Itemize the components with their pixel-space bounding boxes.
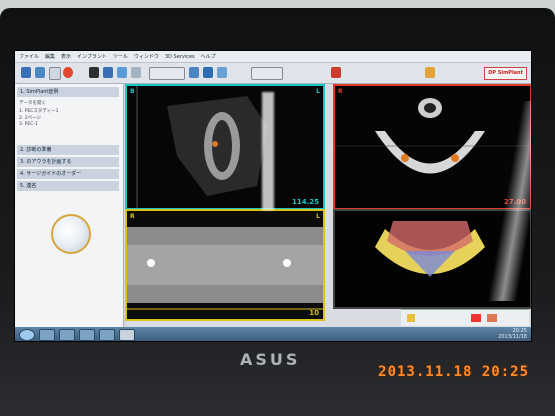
viewport-axial[interactable]: R 27.00	[333, 84, 531, 210]
taskbar-media-icon[interactable]	[79, 329, 95, 341]
panoramic-orient-left: R	[130, 213, 135, 220]
pan-icon[interactable]	[131, 67, 141, 78]
sidebar-section-4[interactable]: 4. サージガイドのオーダー	[17, 169, 119, 179]
menu-item-window[interactable]: ウィンドウ	[134, 53, 159, 60]
sidebar-line-1[interactable]: データを開く	[19, 100, 46, 106]
menu-bar: ファイル 編集 表示 インプラント ツール ウィンドウ 3D Services …	[15, 51, 531, 63]
cross-section-orient-left: B	[130, 88, 135, 95]
undo-icon[interactable]	[49, 67, 61, 80]
taskbar-folder-icon[interactable]	[59, 329, 75, 341]
viewport-cross-section[interactable]: B L 114.25	[125, 84, 325, 210]
clock-date: 2013/11/18	[498, 334, 527, 340]
menu-item-file[interactable]: ファイル	[19, 53, 39, 60]
cross-section-orient-right: L	[316, 88, 320, 95]
view-icon[interactable]	[89, 67, 99, 78]
menu-item-3d-services[interactable]: 3D Services	[165, 54, 195, 60]
axial-orient-left: R	[338, 88, 343, 95]
panoramic-image	[127, 211, 323, 319]
laptop-body: ファイル 編集 表示 インプラント ツール ウィンドウ 3D Services …	[0, 8, 555, 416]
sidebar-line-4[interactable]: 3. PEC-1	[19, 122, 38, 127]
taskbar-simplant-icon[interactable]	[119, 329, 135, 341]
sidebar-section-3[interactable]: 3. のアウラを計画する	[17, 157, 119, 167]
sidebar-section-2[interactable]: 2. 診断の準備	[17, 145, 119, 155]
nerve-icon[interactable]	[203, 67, 213, 78]
viewport-panoramic[interactable]: R L 10	[125, 209, 325, 321]
laptop-brand-logo: ASUS	[240, 350, 301, 369]
3d-model-image	[335, 211, 530, 307]
menu-item-implant[interactable]: インプラント	[77, 53, 107, 60]
sidebar-line-3[interactable]: 2. 2ページ	[19, 115, 41, 121]
menu-item-view[interactable]: 表示	[61, 53, 71, 60]
axial-slice-image	[335, 86, 530, 208]
viewport-3d[interactable]	[333, 209, 531, 309]
bone-tool-icon[interactable]	[487, 314, 497, 322]
open-icon[interactable]	[21, 67, 31, 78]
layout-icon[interactable]	[103, 67, 113, 78]
implant-tool-icon[interactable]	[407, 314, 415, 322]
measure-icon[interactable]	[189, 67, 199, 78]
workflow-sidebar: 1. SimPlant症例 データを開く 1. PECスタディー1 2. 2ペー…	[15, 84, 124, 331]
windows-taskbar: 20:25 2013/11/18	[15, 327, 531, 341]
sidebar-section-5[interactable]: 5. 連名	[17, 181, 119, 191]
sidebar-line-2[interactable]: 1. PECスタディー1	[19, 108, 58, 114]
photo-timestamp: 2013.11.18 20:25	[378, 364, 529, 380]
zoom-icon[interactable]	[117, 67, 127, 78]
taskbar-app-icon[interactable]	[99, 329, 115, 341]
sidebar-section-1[interactable]: 1. SimPlant症例	[17, 87, 119, 97]
panoramic-orient-right: L	[316, 213, 320, 220]
simplant-emblem	[51, 214, 91, 254]
3d-toolstrip	[401, 309, 529, 326]
save-icon[interactable]	[35, 67, 45, 78]
panoramic-position: 10	[309, 309, 319, 317]
nerve-tool-icon[interactable]	[471, 314, 481, 322]
mode-dropdown[interactable]	[149, 67, 185, 80]
axial-position: 27.00	[503, 198, 526, 206]
taskbar-explorer-icon[interactable]	[39, 329, 55, 341]
cart-icon[interactable]	[425, 67, 435, 78]
menu-item-help[interactable]: ヘルプ	[201, 53, 216, 60]
simplant-logo: DP SimPlant	[484, 67, 527, 80]
toolbar: DP SimPlant	[15, 63, 531, 84]
cross-section-position: 114.25	[291, 198, 319, 206]
implant-icon[interactable]	[217, 67, 227, 78]
menu-item-tools[interactable]: ツール	[113, 53, 128, 60]
taskbar-clock[interactable]: 20:25 2013/11/18	[498, 328, 527, 340]
start-button[interactable]	[19, 329, 35, 341]
record-icon[interactable]	[331, 67, 341, 78]
fluorescent-reflection	[262, 92, 274, 210]
view-dropdown[interactable]	[251, 67, 283, 80]
3d-icon[interactable]	[63, 67, 73, 78]
menu-item-edit[interactable]: 編集	[45, 53, 55, 60]
cross-section-image	[127, 86, 323, 208]
